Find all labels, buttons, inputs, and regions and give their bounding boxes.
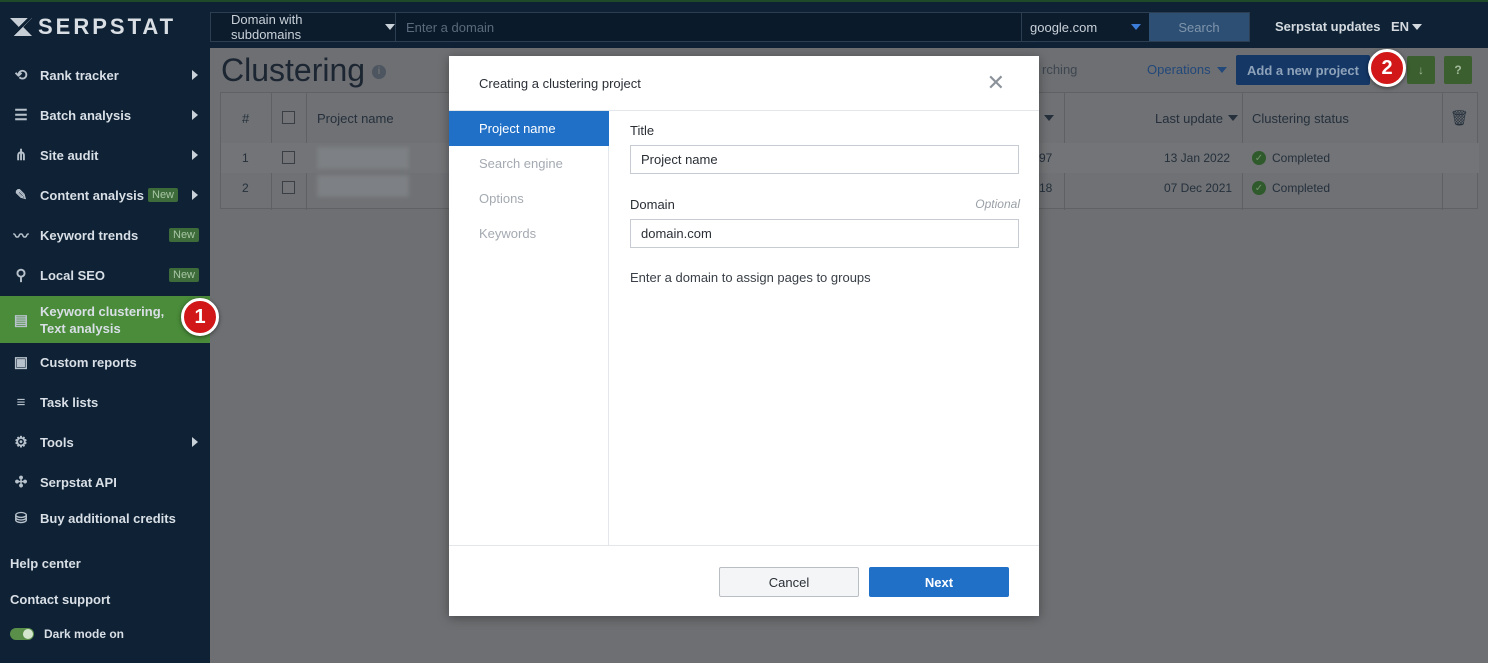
chevron-right-icon [192, 110, 198, 120]
logo-icon [10, 18, 32, 36]
info-icon[interactable]: i [372, 65, 386, 79]
chevron-down-icon [1412, 23, 1423, 30]
sidebar-item-keyword-trends[interactable]: 〰 Keyword trends New [0, 220, 210, 250]
sidebar-item-content-analysis[interactable]: ✎ Content analysis New [0, 180, 210, 210]
chevron-down-icon [1131, 24, 1141, 30]
redacted-project-name [317, 147, 409, 169]
redacted-project-name [317, 175, 409, 197]
next-button[interactable]: Next [869, 567, 1009, 597]
dark-mode-label: Dark mode on [44, 627, 125, 641]
chevron-right-icon [192, 437, 198, 447]
report-icon: ▣ [13, 354, 29, 371]
serpstat-logo[interactable]: SERPSTAT [10, 14, 176, 40]
sort-icon[interactable] [1044, 93, 1064, 143]
wizard-steps: Project name Search engine Options Keywo… [449, 111, 609, 546]
sidebar: ⟲ Rank tracker ☰ Batch analysis ⋔ Site a… [0, 48, 210, 663]
sidebar-item-keyword-clustering[interactable]: ▤ Keyword clustering, Text analysis [0, 296, 210, 343]
dark-mode-toggle[interactable] [10, 628, 34, 640]
search-button[interactable]: Search [1149, 13, 1249, 41]
domain-label: Domain [630, 197, 675, 212]
page-title: Clustering [221, 52, 366, 88]
domain-input[interactable]: Enter a domain [396, 13, 1021, 41]
top-header: SERPSTAT Domain with subdomains Enter a … [0, 0, 1488, 48]
step-keywords[interactable]: Keywords [449, 216, 609, 251]
col-last-update[interactable]: Last update [1155, 93, 1238, 143]
history-icon: ⟲ [14, 67, 28, 84]
close-icon[interactable]: ✕ [987, 72, 1005, 94]
step-options[interactable]: Options [449, 181, 609, 216]
callout-marker-1: 1 [181, 298, 219, 336]
searching-link[interactable]: rching [1042, 62, 1077, 77]
clustering-icon: ▤ [13, 311, 29, 329]
chevron-right-icon [192, 150, 198, 160]
sidebar-item-serpstat-api[interactable]: ✣ Serpstat API [0, 467, 210, 497]
sidebar-item-site-audit[interactable]: ⋔ Site audit [0, 140, 210, 170]
new-badge: New [169, 268, 200, 282]
cancel-button[interactable]: Cancel [719, 567, 859, 597]
serpstat-updates-link[interactable]: Serpstat updates [1275, 19, 1380, 34]
sidebar-item-rank-tracker[interactable]: ⟲ Rank tracker [0, 60, 210, 90]
new-badge: New [169, 228, 200, 242]
col-num: # [242, 110, 250, 126]
search-engine-select[interactable]: google.com [1021, 13, 1149, 41]
title-label: Title [630, 123, 655, 138]
help-button[interactable]: ? [1444, 56, 1472, 84]
optional-hint: Optional [975, 197, 1020, 211]
add-new-project-button[interactable]: Add a new project [1236, 55, 1370, 85]
language-select[interactable]: EN [1391, 19, 1423, 34]
new-badge: New [148, 188, 179, 202]
title-field[interactable]: Project name [630, 145, 1019, 174]
chevron-down-icon [385, 24, 395, 30]
modal-header: Creating a clustering project ✕ [449, 56, 1039, 111]
operations-dropdown[interactable]: Operations [1147, 62, 1227, 77]
chevron-down-icon [1216, 66, 1227, 73]
domain-mode-select[interactable]: Domain with subdomains [211, 12, 396, 42]
modal-title: Creating a clustering project [479, 76, 641, 91]
sidebar-item-buy-credits[interactable]: ⛁ Buy additional credits [0, 503, 210, 533]
map-pin-icon: ⚲ [15, 267, 27, 284]
api-icon: ✣ [14, 474, 28, 491]
modal-footer: Cancel Next [449, 545, 1039, 616]
row-checkbox[interactable] [282, 181, 295, 194]
domain-help-text: Enter a domain to assign pages to groups [630, 270, 871, 285]
sidebar-item-tools[interactable]: ⚙ Tools [0, 427, 210, 457]
sort-icon [1227, 115, 1238, 121]
create-project-modal: Creating a clustering project ✕ Project … [449, 56, 1039, 616]
check-circle-icon: ✓ [1252, 151, 1266, 165]
sidebar-item-custom-reports[interactable]: ▣ Custom reports [0, 347, 210, 377]
trend-icon: 〰 [13, 227, 29, 245]
col-clustering-status: Clustering status [1252, 110, 1349, 126]
chevron-right-icon [192, 70, 198, 80]
step-search-engine[interactable]: Search engine [449, 146, 609, 181]
credits-icon: ⛁ [14, 510, 28, 527]
domain-field[interactable]: domain.com [630, 219, 1019, 248]
status-badge: ✓ Completed [1252, 173, 1330, 203]
sitemap-icon: ⋔ [14, 147, 28, 164]
row-checkbox[interactable] [282, 151, 295, 164]
chevron-right-icon [192, 190, 198, 200]
export-button[interactable]: ↓ [1407, 56, 1435, 84]
gear-icon: ⚙ [14, 434, 28, 451]
col-project-name[interactable]: Project name [317, 93, 394, 143]
search-bar: Domain with subdomains Enter a domain go… [210, 12, 1250, 42]
contact-support-link[interactable]: Contact support [10, 592, 110, 607]
select-all-checkbox[interactable] [282, 111, 295, 124]
pencil-icon: ✎ [14, 187, 28, 204]
step-project-name[interactable]: Project name [449, 111, 609, 146]
list-icon: ≡ [16, 393, 26, 411]
sidebar-item-task-lists[interactable]: ≡ Task lists [0, 387, 210, 417]
callout-marker-2: 2 [1368, 49, 1406, 87]
sidebar-item-local-seo[interactable]: ⚲ Local SEO New [0, 260, 210, 290]
sidebar-item-batch-analysis[interactable]: ☰ Batch analysis [0, 100, 210, 130]
status-badge: ✓ Completed [1252, 143, 1330, 173]
trash-icon[interactable]: 🗑 [1450, 93, 1469, 143]
check-circle-icon: ✓ [1252, 181, 1266, 195]
database-icon: ☰ [14, 107, 28, 124]
help-center-link[interactable]: Help center [10, 556, 81, 571]
